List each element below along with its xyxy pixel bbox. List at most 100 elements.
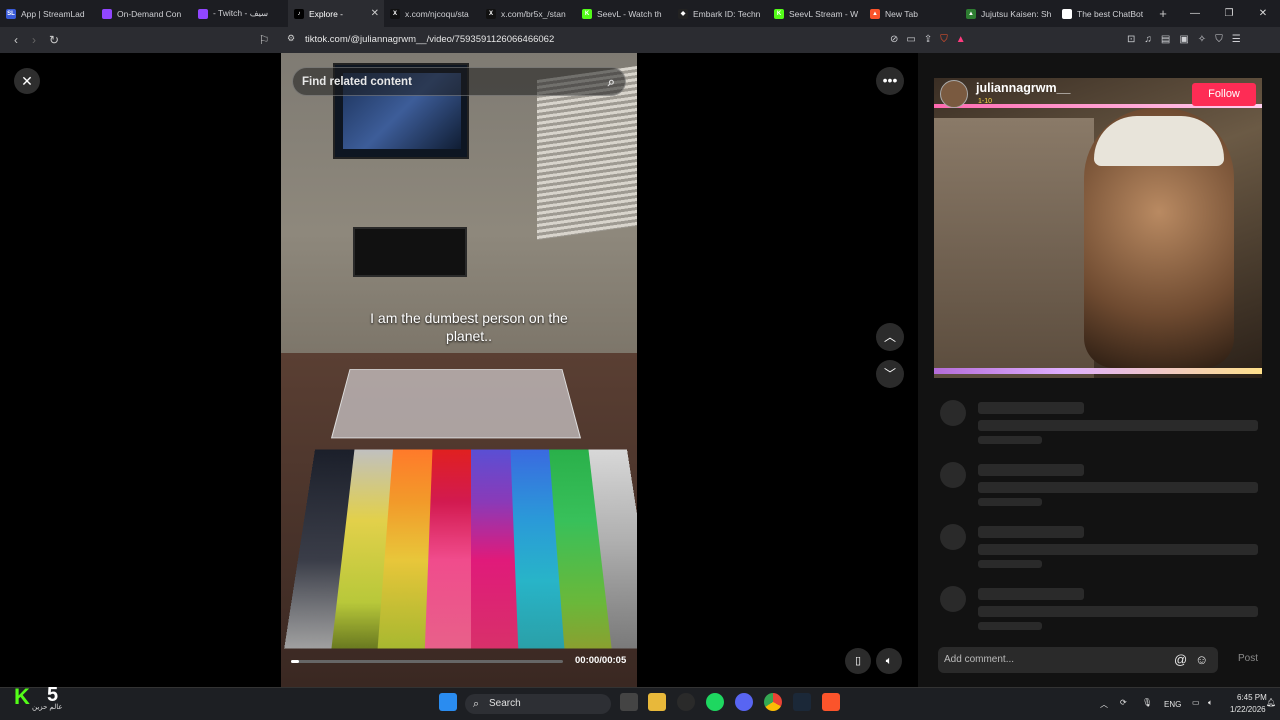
restore-icon[interactable]: ❐ xyxy=(1212,0,1246,27)
tab-label: Explore - xyxy=(309,8,344,19)
browser-tab[interactable]: K SeevL Stream - W xyxy=(768,0,864,27)
comment-skeleton xyxy=(978,606,1258,617)
network-icon[interactable]: ▭ xyxy=(1192,698,1200,707)
no-translate-icon[interactable]: ⊘ xyxy=(890,34,898,45)
volume-icon[interactable]: 🔈︎ xyxy=(876,648,902,674)
brave-rewards-icon[interactable]: ▲ xyxy=(956,34,966,45)
url-text[interactable]: tiktok.com/@juliannagrwm__/video/7593591… xyxy=(305,34,554,45)
browser-tab[interactable]: ◆ The best ChatBot xyxy=(1056,0,1152,27)
tab-label: SeevL - Watch th xyxy=(597,8,662,19)
comment-skeleton xyxy=(940,400,966,426)
follow-button[interactable]: Follow xyxy=(1192,83,1256,106)
sidebar-icon[interactable]: ▤ xyxy=(1161,34,1170,45)
browser-tab[interactable]: ▲ New Tab xyxy=(864,0,960,27)
discord-icon[interactable] xyxy=(735,693,753,711)
video-frame-fireplace xyxy=(353,227,467,277)
browser-tab[interactable]: ◆ Embark ID: Techn xyxy=(672,0,768,27)
brave-shield-icon[interactable]: ⛉ xyxy=(940,34,948,45)
vpn-icon[interactable]: ⛉ xyxy=(1215,34,1223,45)
wallet-icon[interactable]: ▣ xyxy=(1179,34,1188,45)
share-icon[interactable]: ⇪ xyxy=(924,34,932,45)
search-icon[interactable]: ⌕ xyxy=(608,74,615,90)
browser-tab[interactable]: On-Demand Con xyxy=(96,0,192,27)
microphone-icon[interactable]: 🎙︎ xyxy=(1142,698,1152,707)
tab-favicon-icon: K xyxy=(582,8,592,19)
clock-time[interactable]: 6:45 PM xyxy=(1237,693,1267,702)
comment-skeleton xyxy=(978,588,1084,600)
address-bar: ‹ › ↻ ⚐ ⚙ tiktok.com/@juliannagrwm__/vid… xyxy=(0,27,1280,53)
kick-widget-text: عالم حزين xyxy=(32,704,63,711)
file-explorer-icon[interactable] xyxy=(648,693,666,711)
mention-icon[interactable]: @ xyxy=(1174,652,1187,667)
previous-video-button[interactable]: ︿ xyxy=(876,323,904,351)
close-tab-icon[interactable]: ✕ xyxy=(371,8,379,19)
close-window-icon[interactable]: ✕ xyxy=(1246,0,1280,27)
bookmark-icon[interactable]: ⚐ xyxy=(254,33,274,47)
comment-skeleton xyxy=(978,482,1258,493)
tab-label: SeevL Stream - W xyxy=(789,8,859,19)
tab-favicon-icon: ▲ xyxy=(966,8,976,19)
taskbar-search[interactable]: ⌕ Search xyxy=(465,694,611,714)
avatar[interactable] xyxy=(940,80,968,108)
browser-tab[interactable]: SL App | StreamLad xyxy=(0,0,96,27)
comment-skeleton xyxy=(978,464,1084,476)
comment-skeleton xyxy=(940,462,966,488)
speaker-icon[interactable]: 🔈︎ xyxy=(1208,698,1213,708)
tab-label: x.com/br5x_/stan xyxy=(501,8,566,19)
tab-favicon-icon: ♪ xyxy=(294,8,304,19)
leo-icon[interactable]: ✧ xyxy=(1198,34,1206,45)
tab-label: - Twitch - سیف xyxy=(213,8,269,18)
emoji-icon[interactable]: ☺ xyxy=(1195,652,1208,667)
new-tab-icon[interactable]: + xyxy=(1152,6,1174,21)
chrome-icon[interactable] xyxy=(764,693,782,711)
browser-tab[interactable]: Xx.com/br5x_/stan xyxy=(480,0,576,27)
cast-icon[interactable]: ▭ xyxy=(906,34,915,45)
browser-tab[interactable]: K SeevL - Watch th xyxy=(576,0,672,27)
forward-icon[interactable]: › xyxy=(24,33,44,47)
tray-overflow-icon[interactable]: ︿ xyxy=(1100,699,1108,710)
minimize-icon[interactable]: — xyxy=(1178,0,1212,27)
brave-icon[interactable] xyxy=(822,693,840,711)
video-time: 00:00/00:05 xyxy=(575,655,627,666)
tab-favicon-icon: SL xyxy=(6,8,16,19)
comment-skeleton xyxy=(978,560,1042,568)
site-info-icon[interactable]: ⚙ xyxy=(281,33,301,44)
tab-favicon-icon xyxy=(102,8,112,19)
video-player[interactable]: I am the dumbest person on the planet.. xyxy=(281,53,637,687)
windows-start-icon[interactable] xyxy=(439,693,457,711)
close-video-button[interactable]: ✕ xyxy=(14,68,40,94)
back-icon[interactable]: ‹ xyxy=(6,33,26,47)
screenshot-icon[interactable]: ⊡ xyxy=(1127,34,1135,45)
live-stream-preview[interactable] xyxy=(934,78,1262,378)
post-button[interactable]: Post xyxy=(1238,653,1258,664)
more-options-button[interactable]: ••• xyxy=(876,67,904,95)
video-progress-bar[interactable] xyxy=(291,660,563,663)
app-icon[interactable] xyxy=(677,693,695,711)
browser-tab[interactable]: - Twitch - سیف xyxy=(192,0,288,27)
browser-tab[interactable]: ▲ Jujutsu Kaisen: Sh xyxy=(960,0,1056,27)
next-video-button[interactable]: ﹀ xyxy=(876,360,904,388)
comment-skeleton xyxy=(940,586,966,612)
spotify-icon[interactable] xyxy=(706,693,724,711)
tab-label: x.com/njcoqu/sta xyxy=(405,8,469,19)
search-placeholder: Find related content xyxy=(302,75,412,88)
username[interactable]: juliannagrwm__ xyxy=(976,81,1070,95)
browser-tab[interactable]: Xx.com/njcoqu/sta xyxy=(384,0,480,27)
language-indicator[interactable]: ENG xyxy=(1164,700,1181,709)
find-related-search[interactable]: Find related content ⌕ xyxy=(292,67,626,96)
tab-favicon-icon xyxy=(198,8,208,19)
comment-skeleton xyxy=(978,436,1042,444)
menu-icon[interactable]: ☰ xyxy=(1232,34,1241,45)
tray-app-icon[interactable]: ⟳ xyxy=(1120,698,1127,707)
steam-icon[interactable] xyxy=(793,693,811,711)
windows-taskbar xyxy=(0,687,1280,720)
media-icon[interactable]: ♫ xyxy=(1144,34,1152,45)
tab-label: New Tab xyxy=(885,8,918,19)
tab-favicon-icon: X xyxy=(390,8,400,19)
reload-icon[interactable]: ↻ xyxy=(44,33,64,47)
picture-in-picture-icon[interactable]: ▯ xyxy=(845,648,871,674)
browser-tab[interactable]: ♪ Explore - ✕ xyxy=(288,0,384,27)
task-view-icon[interactable] xyxy=(620,693,638,711)
clock-date[interactable]: 1/22/2026 xyxy=(1230,705,1266,714)
notification-icon[interactable]: 🔔︎ xyxy=(1266,698,1276,707)
